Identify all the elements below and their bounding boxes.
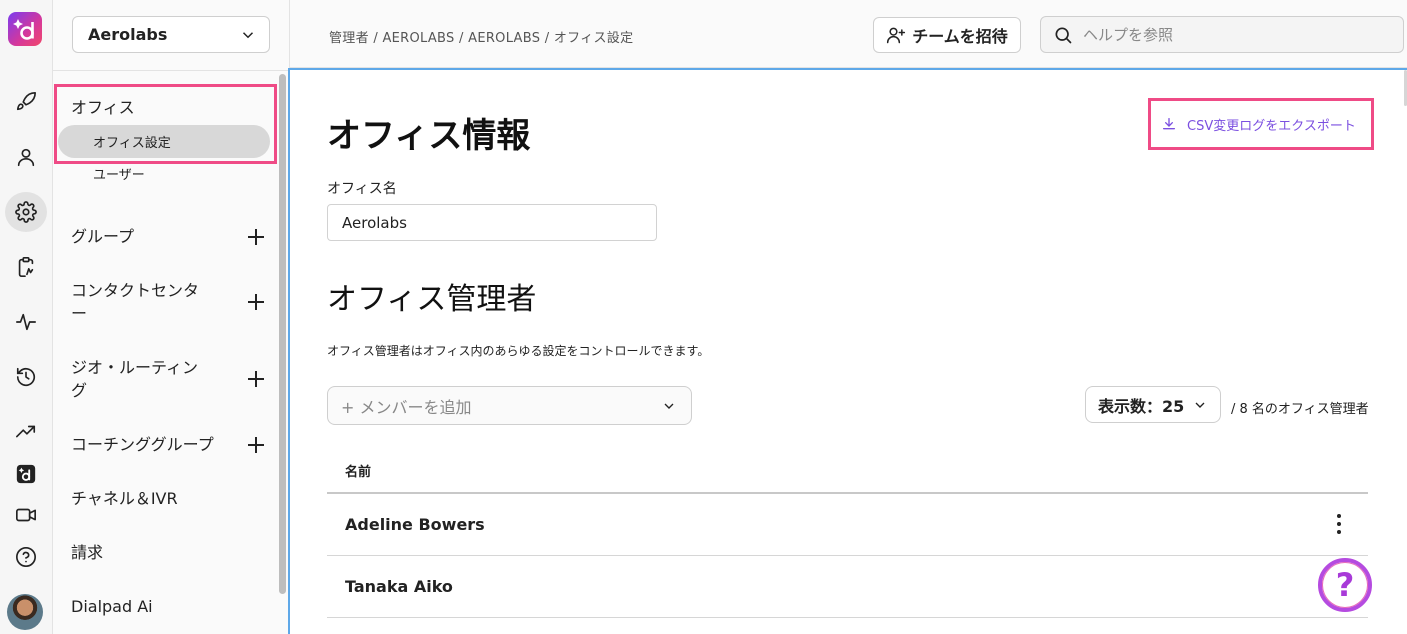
plus-icon[interactable] bbox=[248, 371, 264, 387]
add-member-select[interactable]: + メンバーを追加 bbox=[327, 386, 692, 425]
table-row[interactable]: Adeline Bowers bbox=[345, 515, 485, 534]
help-circle-icon[interactable] bbox=[5, 537, 47, 577]
table-row-divider bbox=[327, 617, 1368, 618]
sidebar-item-billing[interactable]: 請求 bbox=[71, 541, 266, 564]
table-row-divider bbox=[327, 555, 1368, 556]
sidebar-item-coaching-groups[interactable]: コーチンググループ bbox=[71, 433, 266, 456]
sidebar-item-groups[interactable]: グループ bbox=[71, 225, 266, 248]
help-search[interactable] bbox=[1040, 16, 1404, 53]
add-user-icon bbox=[887, 27, 906, 44]
add-member-placeholder: + メンバーを追加 bbox=[341, 397, 472, 417]
admin-count: / 8 名のオフィス管理者 bbox=[1231, 402, 1369, 417]
sidebar-scrollbar[interactable] bbox=[279, 74, 286, 594]
top-bar: 管理者 / AEROLABS / AEROLABS / オフィス設定 チームを招… bbox=[290, 0, 1407, 68]
icon-rail bbox=[0, 0, 53, 634]
search-icon bbox=[1055, 27, 1072, 43]
dialpad-square-icon[interactable] bbox=[5, 454, 47, 494]
activity-icon[interactable] bbox=[5, 302, 47, 342]
sidebar-item-label: Dialpad Ai bbox=[71, 597, 153, 616]
admins-section-title: オフィス管理者 bbox=[327, 282, 537, 317]
plus-icon[interactable] bbox=[248, 228, 264, 245]
sidebar-item-contact-center[interactable]: コンタクトセンター bbox=[71, 279, 266, 325]
chevron-down-icon bbox=[1195, 402, 1205, 408]
rocket-icon[interactable] bbox=[5, 82, 47, 122]
sidebar-item-label: コンタクトセンター bbox=[71, 281, 200, 323]
per-page-select[interactable]: 表示数：25 bbox=[1085, 386, 1221, 423]
history-icon[interactable] bbox=[5, 357, 47, 397]
export-csv-link[interactable]: CSV変更ログをエクスポート bbox=[1148, 98, 1374, 150]
main-content: オフィス情報 CSV変更ログをエクスポート オフィス名 オフィス管理者 オフィス… bbox=[288, 68, 1407, 634]
table-row[interactable]: Tanaka Aiko bbox=[345, 577, 453, 596]
chevron-down-icon bbox=[242, 31, 254, 38]
org-name: Aerolabs bbox=[88, 25, 168, 44]
table-header-divider bbox=[327, 492, 1368, 494]
invite-team-button[interactable]: チームを招待 bbox=[873, 17, 1021, 53]
sidebar-item-label: コーチンググループ bbox=[71, 435, 214, 454]
admins-description: オフィス管理者はオフィス内のあらゆる設定をコントロールできます。 bbox=[327, 344, 710, 358]
chevron-down-icon bbox=[664, 403, 674, 409]
sidebar-item-users[interactable]: ユーザー bbox=[93, 164, 145, 183]
page-title: オフィス情報 bbox=[327, 116, 531, 156]
sidebar-item-label: チャネル＆IVR bbox=[71, 489, 178, 508]
trending-up-icon[interactable] bbox=[5, 412, 47, 452]
sidebar-item-label: グループ bbox=[71, 227, 135, 246]
org-selector[interactable]: Aerolabs bbox=[72, 16, 270, 53]
office-name-label: オフィス名 bbox=[327, 181, 397, 197]
gear-icon[interactable] bbox=[5, 192, 47, 232]
sidebar-item-dialpad-ai[interactable]: Dialpad Ai bbox=[71, 595, 266, 618]
export-csv-label: CSV変更ログをエクスポート bbox=[1187, 118, 1356, 134]
breadcrumb: 管理者 / AEROLABS / AEROLABS / オフィス設定 bbox=[329, 31, 634, 46]
column-header-name[interactable]: 名前 bbox=[345, 461, 371, 480]
per-page-label: 表示数：25 bbox=[1098, 396, 1185, 416]
person-icon[interactable] bbox=[5, 137, 47, 177]
video-icon[interactable] bbox=[5, 495, 47, 535]
search-input[interactable] bbox=[1083, 25, 1383, 44]
invite-team-label: チームを招待 bbox=[912, 27, 1008, 46]
sidebar-item-label: 請求 bbox=[71, 543, 104, 562]
office-name-field[interactable] bbox=[327, 204, 657, 241]
plus-icon[interactable] bbox=[248, 294, 264, 310]
avatar[interactable] bbox=[7, 594, 43, 630]
sidebar-item-channels-ivr[interactable]: チャネル＆IVR bbox=[71, 487, 266, 510]
download-icon bbox=[1163, 118, 1175, 130]
settings-sidebar: Aerolabs オフィス オフィス設定 ユーザー グループ コンタクトセンター… bbox=[53, 0, 290, 634]
more-options-icon[interactable] bbox=[1335, 514, 1343, 534]
sidebar-item-label: ジオ・ルーティング bbox=[71, 358, 199, 400]
help-fab-button[interactable]: ? bbox=[1318, 558, 1372, 612]
dialpad-logo-icon[interactable] bbox=[8, 12, 42, 46]
divider bbox=[53, 70, 290, 71]
sidebar-item-office[interactable]: オフィス bbox=[71, 94, 135, 118]
sidebar-item-office-settings[interactable]: オフィス設定 bbox=[93, 132, 171, 151]
plus-icon[interactable] bbox=[248, 436, 264, 453]
clipboard-chart-icon[interactable] bbox=[5, 247, 47, 287]
sidebar-item-geo-routing[interactable]: ジオ・ルーティング bbox=[71, 356, 266, 402]
